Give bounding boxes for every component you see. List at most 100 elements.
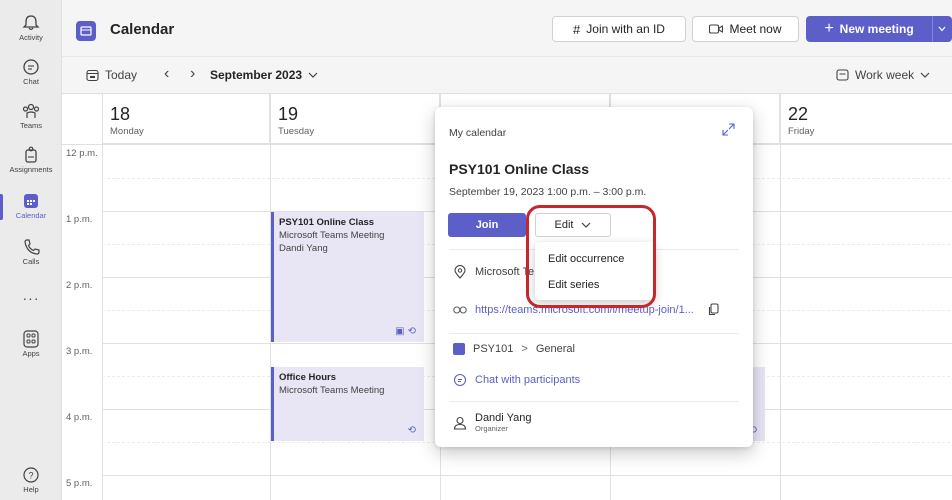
organizer-role: Organizer — [475, 424, 508, 433]
recurring-icon: ⟲ — [407, 425, 419, 436]
join-button[interactable]: Join — [448, 213, 526, 237]
highlight-outline — [526, 205, 656, 308]
join-with-id-button[interactable]: # Join with an ID — [552, 16, 686, 42]
view-selector[interactable]: Work week — [836, 68, 930, 82]
chat-icon — [23, 59, 39, 75]
chat-icon — [453, 373, 467, 387]
channel-separator: > — [521, 343, 528, 355]
chevron-down-icon — [920, 72, 930, 78]
day-name: Friday — [788, 126, 815, 137]
event-office-hours[interactable]: Office Hours Microsoft Teams Meeting ⟲ — [271, 367, 424, 441]
rail-label: Apps — [22, 349, 40, 358]
day-header[interactable]: 22 Friday — [780, 94, 952, 144]
rail-item-assignments[interactable]: Assignments — [0, 146, 62, 174]
event-organizer: Dandi Yang — [279, 243, 328, 254]
location-row: Microsoft Te — [453, 265, 534, 279]
chat-row[interactable]: Chat with participants — [453, 373, 580, 387]
calendar-header: Calendar # Join with an ID Meet now + Ne… — [62, 8, 952, 56]
time-label: 4 p.m. — [66, 412, 93, 423]
rail-label: Chat — [23, 77, 39, 86]
app-rail: Activity Chat Teams Assignments Calendar… — [0, 0, 62, 500]
channel-row[interactable]: PSY101 > General — [453, 343, 575, 355]
channel-team: PSY101 — [473, 343, 514, 355]
calendar-name: My calendar — [449, 127, 507, 139]
chevron-down-icon — [938, 26, 946, 32]
calendar-toolbar: Today ‹ › September 2023 Work week — [62, 56, 952, 94]
rail-item-help[interactable]: ? Help — [0, 466, 62, 494]
rail-label: Help — [23, 485, 39, 494]
hour-line — [102, 475, 952, 476]
calendar-icon — [24, 194, 38, 208]
view-label: Work week — [855, 68, 915, 82]
team-icon — [453, 343, 465, 355]
day-header[interactable]: 18 Monday — [102, 94, 270, 144]
rail-item-apps[interactable]: Apps — [0, 330, 62, 358]
grid-divider — [102, 94, 103, 500]
rail-label: Calendar — [15, 211, 47, 220]
new-meeting-label: New meeting — [839, 22, 914, 36]
time-label: 5 p.m. — [66, 478, 93, 489]
rail-label: Activity — [19, 33, 43, 42]
calendar-today-icon — [86, 69, 99, 81]
chevron-down-icon — [308, 72, 318, 78]
time-label: 2 p.m. — [66, 280, 93, 291]
link-icon — [453, 305, 467, 314]
plus-icon: + — [824, 20, 834, 37]
new-meeting-dropdown[interactable] — [932, 16, 952, 42]
event-psy101[interactable]: PSY101 Online Class Microsoft Teams Meet… — [271, 212, 424, 342]
meet-now-label: Meet now — [729, 22, 782, 36]
rail-label: Assignments — [9, 165, 53, 174]
month-label: September 2023 — [210, 68, 303, 82]
person-icon — [453, 416, 467, 430]
event-title: PSY101 Online Class — [449, 161, 590, 177]
new-meeting-button[interactable]: + New meeting — [806, 16, 932, 42]
event-location: Microsoft Teams Meeting — [279, 385, 385, 396]
day-name: Tuesday — [278, 126, 315, 137]
rail-item-teams[interactable]: Teams — [0, 102, 62, 130]
meet-now-button[interactable]: Meet now — [692, 16, 799, 42]
time-label: 3 p.m. — [66, 346, 93, 357]
day-number: 22 — [788, 104, 809, 124]
next-week-icon[interactable]: › — [190, 65, 195, 83]
divider — [449, 401, 739, 402]
apps-icon — [23, 330, 39, 348]
rail-label: Teams — [19, 121, 43, 130]
copy-icon[interactable] — [708, 303, 720, 316]
channel-name: General — [535, 343, 575, 355]
rail-item-activity[interactable]: Activity — [0, 14, 62, 42]
join-with-id-label: Join with an ID — [586, 22, 665, 36]
bell-icon — [22, 15, 40, 31]
calendar-app-icon — [76, 21, 96, 41]
video-icon — [709, 24, 724, 34]
assignments-icon — [25, 146, 37, 163]
time-label: 12 p.m. — [66, 148, 98, 159]
hash-icon: # — [573, 21, 581, 37]
rail-item-chat[interactable]: Chat — [0, 58, 62, 86]
month-picker[interactable]: September 2023 — [210, 68, 318, 82]
today-label: Today — [105, 68, 138, 82]
day-number: 19 — [278, 104, 299, 124]
svg-text:?: ? — [28, 471, 33, 481]
day-name: Monday — [110, 126, 144, 137]
teams-icon — [22, 103, 40, 118]
help-icon: ? — [23, 467, 39, 483]
rail-item-calls[interactable]: Calls — [0, 238, 62, 266]
time-label: 1 p.m. — [66, 214, 93, 225]
day-header[interactable]: 19 Tuesday — [270, 94, 440, 144]
event-title: Office Hours — [279, 372, 337, 383]
organizer-name: Dandi Yang — [475, 412, 532, 424]
chat-with-participants[interactable]: Chat with participants — [475, 374, 580, 386]
today-button[interactable]: Today — [86, 68, 137, 82]
event-title: PSY101 Online Class — [279, 217, 375, 228]
divider — [449, 333, 739, 334]
calendar-view-icon — [836, 69, 849, 81]
prev-week-icon[interactable]: ‹ — [164, 65, 169, 83]
more-apps-icon[interactable]: ··· — [0, 290, 62, 306]
rail-item-calendar[interactable]: Calendar — [0, 192, 62, 220]
day-number: 18 — [110, 104, 131, 124]
expand-icon[interactable] — [722, 123, 735, 139]
recurring-icon: ▣⟲ — [395, 326, 419, 337]
phone-icon — [24, 239, 40, 255]
page-title: Calendar — [110, 21, 175, 38]
event-location: Microsoft Teams Meeting — [279, 230, 385, 241]
